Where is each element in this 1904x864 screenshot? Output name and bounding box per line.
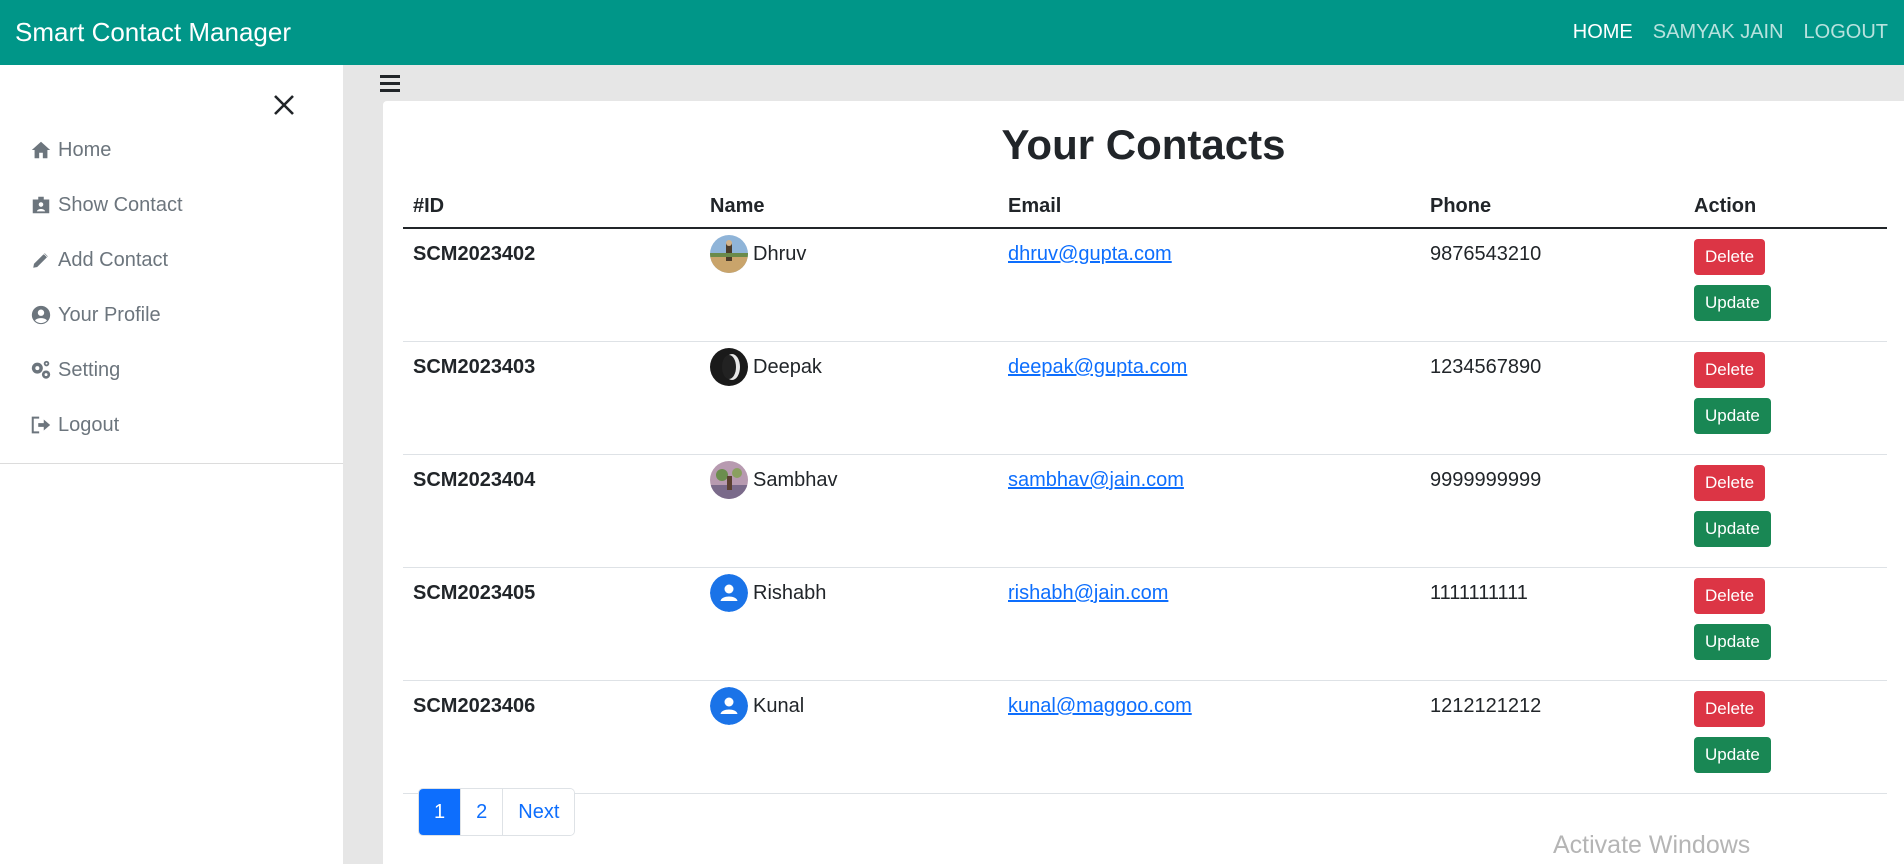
contact-id: SCM2023405 bbox=[403, 567, 700, 681]
contact-name-cell: Sambhav bbox=[700, 454, 998, 568]
sidebar-item-label: Add Contact bbox=[58, 248, 169, 271]
contact-name-cell: Deepak bbox=[700, 341, 998, 455]
contacts-card: Your Contacts #ID Name Email Phone Actio… bbox=[383, 101, 1904, 864]
contact-email-cell: kunal@maggoo.com bbox=[998, 680, 1420, 794]
id-card-icon bbox=[32, 196, 50, 214]
default-user-avatar-icon bbox=[710, 687, 748, 725]
contact-email-cell: rishabh@jain.com bbox=[998, 567, 1420, 681]
table-row: SCM2023406 Kunal kunal@maggoo.com 121212… bbox=[403, 680, 1887, 794]
sign-out-icon bbox=[31, 416, 51, 434]
contact-name: Deepak bbox=[753, 355, 822, 378]
contact-photo-avatar bbox=[710, 461, 748, 499]
pencil-icon bbox=[32, 252, 49, 269]
contact-phone: 1111111111 bbox=[1420, 567, 1684, 681]
page-title: Your Contacts bbox=[1001, 121, 1286, 168]
contact-id: SCM2023404 bbox=[403, 454, 700, 568]
contact-actions: Delete Update bbox=[1684, 341, 1887, 455]
contact-name: Rishabh bbox=[753, 581, 827, 604]
column-header-id: #ID bbox=[403, 186, 700, 229]
contact-phone: 9876543210 bbox=[1420, 228, 1684, 342]
contact-email-cell: sambhav@jain.com bbox=[998, 454, 1420, 568]
contacts-table: #ID Name Email Phone Action SCM2023402 D… bbox=[403, 186, 1887, 794]
pagination: 1 2 Next bbox=[418, 788, 576, 836]
contact-actions: Delete Update bbox=[1684, 680, 1887, 794]
contact-email-cell: deepak@gupta.com bbox=[998, 341, 1420, 455]
contact-name-cell: Rishabh bbox=[700, 567, 998, 681]
contact-phone: 9999999999 bbox=[1420, 454, 1684, 568]
contact-email-link[interactable]: rishabh@jain.com bbox=[1008, 582, 1168, 604]
table-row: SCM2023404 Sambhav sambhav@jain.com 9999… bbox=[403, 454, 1887, 568]
nav-home-link[interactable]: HOME bbox=[1573, 21, 1633, 44]
top-navbar: Smart Contact Manager HOME SAMYAK JAIN L… bbox=[0, 0, 1904, 65]
delete-button[interactable]: Delete bbox=[1694, 352, 1766, 388]
sidebar-item-label: Show Contact bbox=[58, 193, 183, 216]
page-2-link[interactable]: 2 bbox=[461, 789, 504, 835]
contact-name: Kunal bbox=[753, 694, 805, 717]
delete-button[interactable]: Delete bbox=[1694, 465, 1766, 501]
update-button[interactable]: Update bbox=[1694, 398, 1771, 434]
contact-photo-avatar bbox=[710, 235, 748, 273]
home-icon bbox=[31, 141, 51, 159]
contact-actions: Delete Update bbox=[1684, 567, 1887, 681]
nav-links: HOME SAMYAK JAIN LOGOUT bbox=[1553, 21, 1888, 44]
sidebar-item-logout[interactable]: Logout bbox=[30, 410, 119, 440]
delete-button[interactable]: Delete bbox=[1694, 239, 1766, 275]
sidebar: Home Show Contact Add Contact Your Profi… bbox=[0, 65, 343, 864]
contact-id: SCM2023406 bbox=[403, 680, 700, 794]
close-icon[interactable] bbox=[270, 91, 298, 119]
contact-name: Dhruv bbox=[753, 242, 807, 265]
user-circle-icon bbox=[31, 305, 51, 325]
nav-logout-link[interactable]: LOGOUT bbox=[1804, 21, 1888, 44]
update-button[interactable]: Update bbox=[1694, 737, 1771, 773]
sidebar-item-label: Setting bbox=[58, 358, 121, 381]
sidebar-item-label: Your Profile bbox=[58, 303, 161, 326]
default-user-avatar-icon bbox=[710, 574, 748, 612]
contact-name-cell: Dhruv bbox=[700, 228, 998, 342]
gears-icon bbox=[31, 360, 51, 379]
contact-name: Sambhav bbox=[753, 468, 838, 491]
table-row: SCM2023403 Deepak deepak@gupta.com 12345… bbox=[403, 341, 1887, 455]
sidebar-item-label: Home bbox=[58, 138, 112, 161]
contact-name-cell: Kunal bbox=[700, 680, 998, 794]
contact-email-cell: dhruv@gupta.com bbox=[998, 228, 1420, 342]
contact-id: SCM2023402 bbox=[403, 228, 700, 342]
update-button[interactable]: Update bbox=[1694, 624, 1771, 660]
delete-button[interactable]: Delete bbox=[1694, 691, 1766, 727]
sidebar-item-setting[interactable]: Setting bbox=[30, 355, 120, 385]
contact-email-link[interactable]: sambhav@jain.com bbox=[1008, 469, 1184, 491]
contact-phone: 1234567890 bbox=[1420, 341, 1684, 455]
sidebar-divider bbox=[0, 463, 343, 464]
contact-id: SCM2023403 bbox=[403, 341, 700, 455]
sidebar-item-add-contact[interactable]: Add Contact bbox=[30, 245, 168, 275]
update-button[interactable]: Update bbox=[1694, 285, 1771, 321]
table-row: SCM2023405 Rishabh rishabh@jain.com 1111… bbox=[403, 567, 1887, 681]
page-1-link[interactable]: 1 bbox=[419, 789, 462, 835]
contact-phone: 1212121212 bbox=[1420, 680, 1684, 794]
update-button[interactable]: Update bbox=[1694, 511, 1771, 547]
delete-button[interactable]: Delete bbox=[1694, 578, 1766, 614]
sidebar-item-show-contact[interactable]: Show Contact bbox=[30, 190, 183, 220]
table-header-row: #ID Name Email Phone Action bbox=[403, 186, 1887, 229]
contact-email-link[interactable]: deepak@gupta.com bbox=[1008, 356, 1187, 378]
sidebar-item-home[interactable]: Home bbox=[30, 135, 111, 165]
column-header-name: Name bbox=[700, 186, 998, 229]
column-header-email: Email bbox=[998, 186, 1420, 229]
column-header-action: Action bbox=[1684, 186, 1887, 229]
next-page-link[interactable]: Next bbox=[503, 789, 575, 835]
activate-windows-watermark: Activate Windows bbox=[1553, 831, 1751, 859]
contact-email-link[interactable]: kunal@maggoo.com bbox=[1008, 695, 1192, 717]
sidebar-item-your-profile[interactable]: Your Profile bbox=[30, 300, 161, 330]
brand-title[interactable]: Smart Contact Manager bbox=[15, 17, 291, 48]
contact-actions: Delete Update bbox=[1684, 454, 1887, 568]
table-row: SCM2023402 Dhruv dhruv@gupta.com 9876543… bbox=[403, 228, 1887, 342]
nav-user-link[interactable]: SAMYAK JAIN bbox=[1653, 21, 1784, 44]
contact-actions: Delete Update bbox=[1684, 228, 1887, 342]
menu-toggle-icon[interactable] bbox=[380, 75, 400, 93]
contact-photo-avatar bbox=[710, 348, 748, 386]
sidebar-item-label: Logout bbox=[58, 413, 120, 436]
column-header-phone: Phone bbox=[1420, 186, 1684, 229]
contact-email-link[interactable]: dhruv@gupta.com bbox=[1008, 243, 1172, 265]
